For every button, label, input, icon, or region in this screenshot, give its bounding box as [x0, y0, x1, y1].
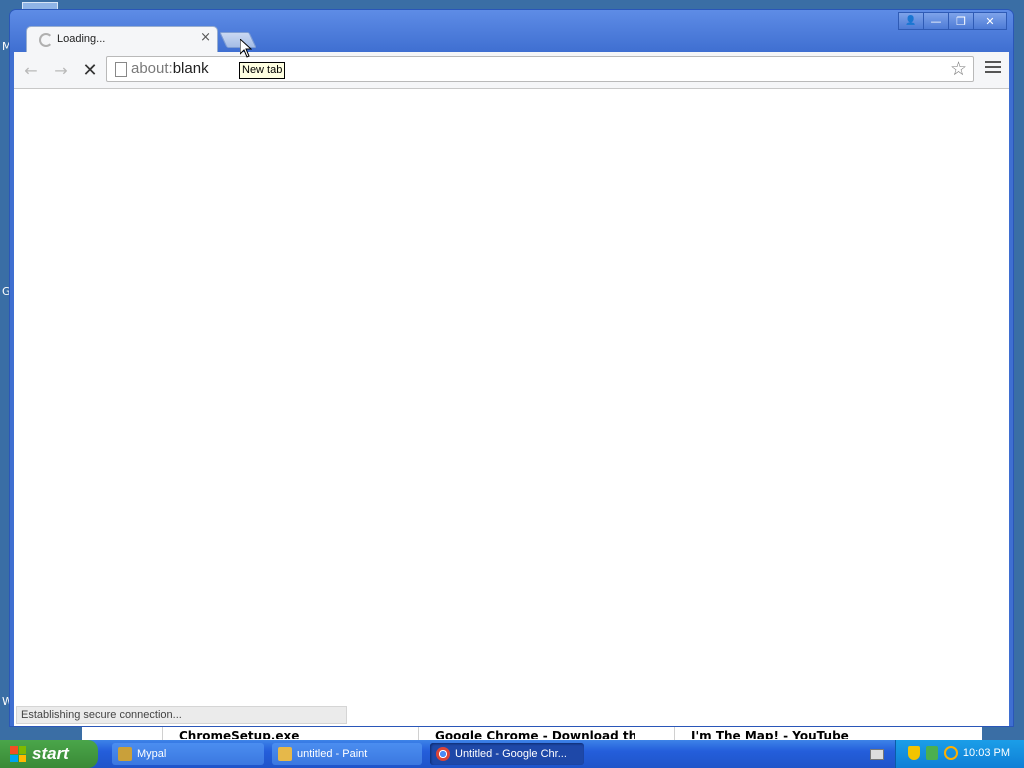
divider	[674, 724, 675, 740]
hamburger-icon	[985, 61, 1001, 63]
minimize-icon: —	[930, 14, 942, 28]
url-path: blank	[172, 60, 209, 77]
taskbar: start Mypal untitled - Paint Untitled - …	[0, 740, 1024, 768]
status-bubble: Establishing secure connection...	[16, 706, 347, 724]
hamburger-line	[985, 66, 1001, 68]
tab-close-button[interactable]: ×	[200, 30, 211, 45]
background-title: Google Chrome - Download the	[435, 729, 635, 739]
title-bar: 👤 — ❐ ✕ Loading... ×	[10, 10, 1013, 52]
search-icon[interactable]	[944, 746, 958, 760]
start-button[interactable]: start	[0, 740, 98, 768]
hamburger-line	[985, 71, 1001, 73]
close-button[interactable]: ✕	[973, 12, 1007, 30]
forward-button[interactable]: →	[52, 60, 70, 80]
mouse-cursor-icon	[240, 39, 252, 58]
security-shield-icon[interactable]	[908, 746, 920, 760]
clock[interactable]: 10:03 PM	[963, 747, 1010, 759]
mypal-icon	[118, 747, 132, 761]
browser-window: 👤 — ❐ ✕ Loading... × ← → ✕ about:blank ☆…	[10, 10, 1013, 726]
divider	[418, 724, 419, 740]
taskbar-item-paint[interactable]: untitled - Paint	[272, 743, 422, 765]
maximize-icon: ❐	[956, 14, 966, 28]
address-bar[interactable]: about:blank ☆	[106, 56, 974, 82]
url-scheme: about:	[131, 60, 173, 77]
background-title: I'm The Map! - YouTube	[691, 729, 849, 739]
start-label: start	[32, 744, 69, 763]
maximize-button[interactable]: ❐	[948, 12, 974, 30]
background-title: ChromeSetup.exe	[179, 729, 300, 739]
logo-part	[18, 746, 26, 754]
profile-button[interactable]: 👤	[898, 12, 924, 30]
minimize-button[interactable]: —	[923, 12, 949, 30]
url-text: about:blank	[131, 60, 209, 77]
paint-icon	[278, 747, 292, 761]
windows-logo-icon	[10, 746, 26, 762]
network-icon[interactable]	[926, 746, 938, 760]
stop-icon: ✕	[82, 59, 98, 81]
page-content[interactable]: Establishing secure connection...	[14, 89, 1009, 726]
arrow-left-icon: ←	[24, 60, 38, 80]
close-icon: ✕	[985, 14, 995, 28]
back-button[interactable]: ←	[22, 60, 40, 80]
bookmark-star-icon[interactable]: ☆	[950, 58, 967, 80]
taskbar-item-label: untitled - Paint	[297, 748, 368, 760]
taskbar-item-chrome[interactable]: Untitled - Google Chr...	[430, 743, 584, 765]
menu-button[interactable]	[985, 61, 1001, 75]
user-icon: 👤	[905, 16, 917, 26]
tab-loading[interactable]: Loading... ×	[26, 26, 218, 52]
taskbar-item-label: Mypal	[137, 748, 167, 760]
stop-button[interactable]: ✕	[81, 59, 99, 81]
logo-part	[18, 754, 26, 762]
loading-spinner-icon	[39, 33, 53, 47]
logo-part	[10, 746, 18, 754]
divider	[162, 724, 163, 740]
page-icon	[115, 62, 127, 77]
toolbar: ← → ✕ about:blank ☆	[14, 52, 1009, 89]
keyboard-icon[interactable]	[870, 749, 884, 760]
taskbar-item-label: Untitled - Google Chr...	[455, 748, 567, 760]
new-tab-tooltip: New tab	[239, 62, 286, 79]
logo-part	[10, 754, 18, 762]
window-controls: 👤 — ❐ ✕	[898, 12, 1007, 30]
taskbar-item-mypal[interactable]: Mypal	[112, 743, 264, 765]
tab-title: Loading...	[57, 33, 106, 45]
system-tray: 10:03 PM	[895, 740, 1024, 768]
arrow-right-icon: →	[54, 60, 68, 80]
chrome-icon	[436, 747, 450, 761]
